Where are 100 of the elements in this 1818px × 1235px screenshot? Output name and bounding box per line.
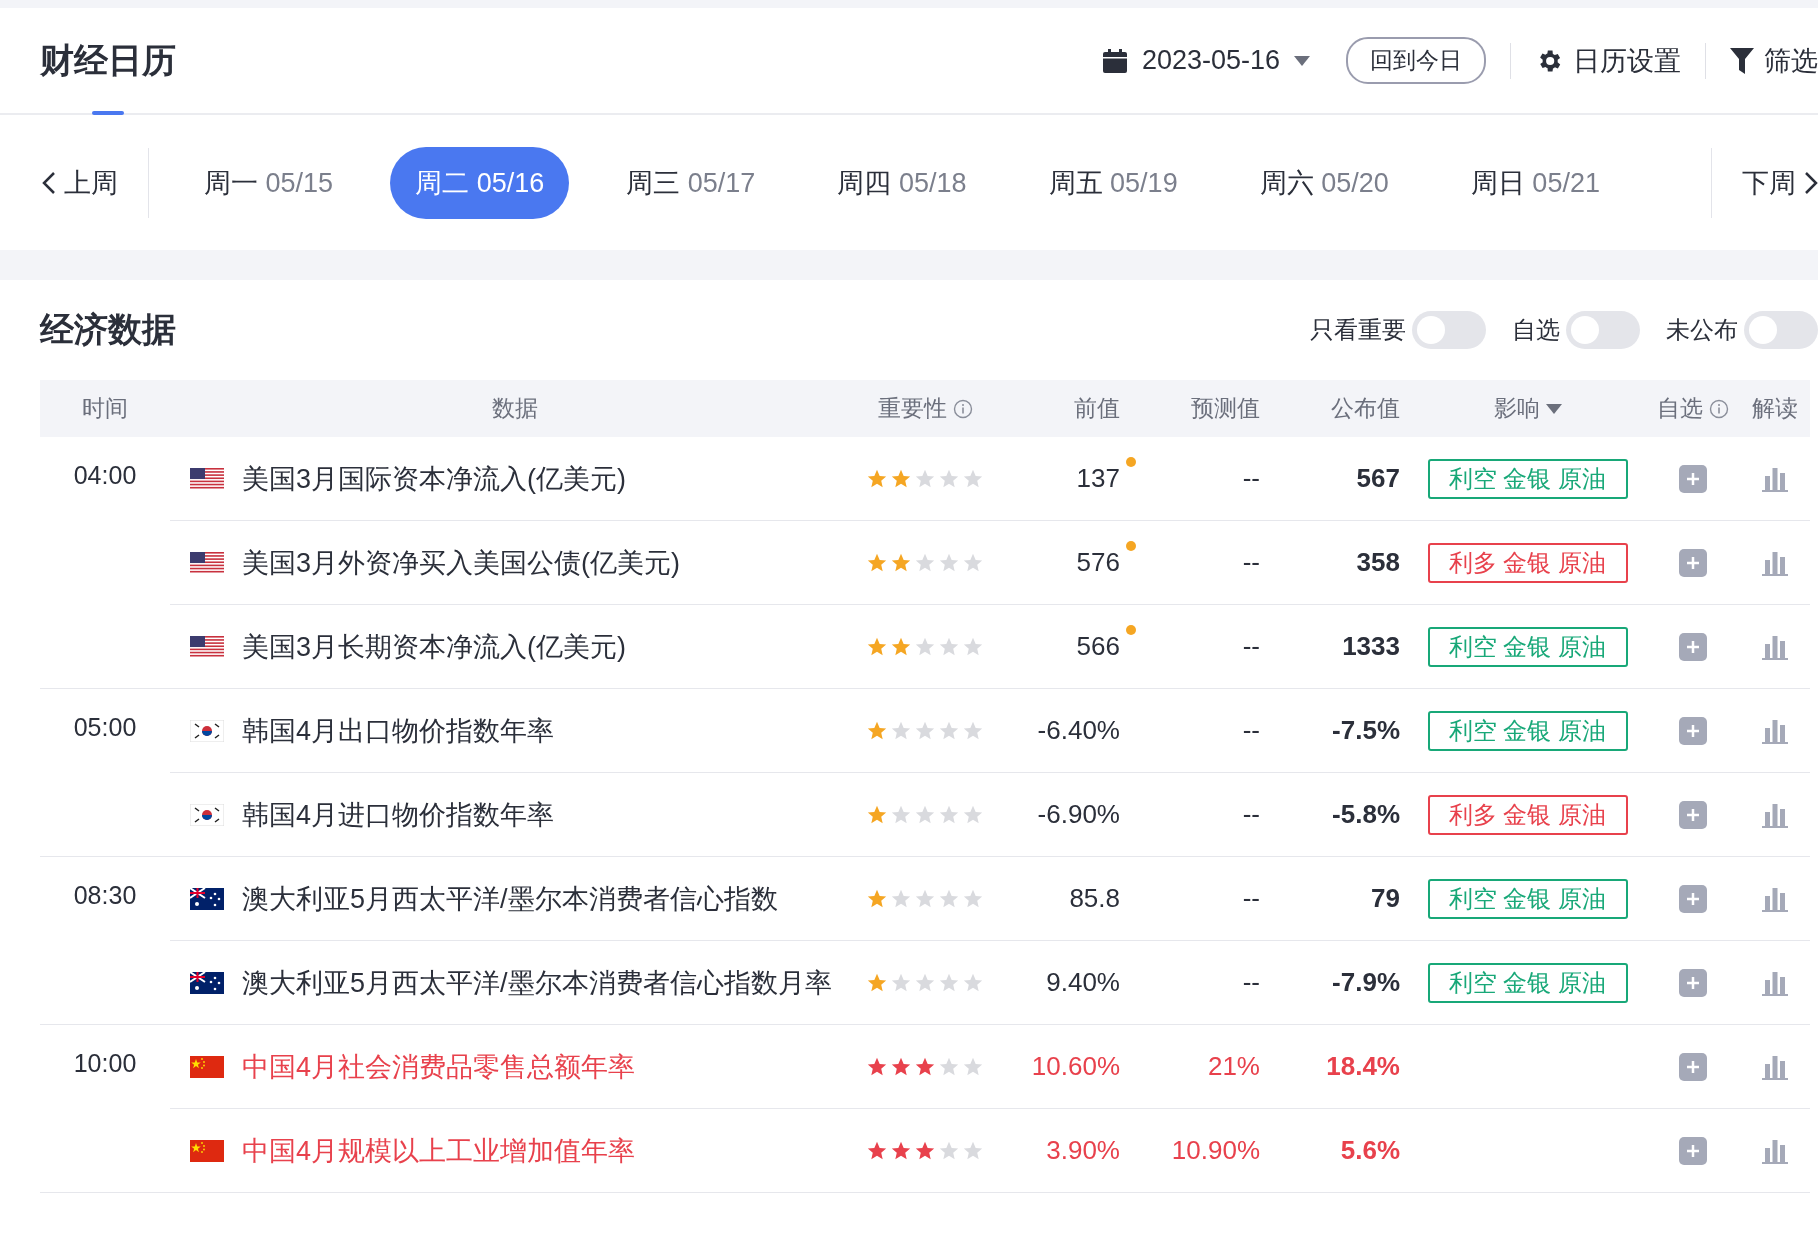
actual-value: 5.6% (1340, 1135, 1400, 1165)
bar-chart-icon (1762, 1053, 1788, 1080)
analysis-button[interactable] (1762, 633, 1788, 660)
analysis-button[interactable] (1762, 1137, 1788, 1164)
bar-chart-icon (1762, 885, 1788, 912)
info-icon (952, 398, 973, 419)
day-tab[interactable]: 周五 05/19 (1023, 146, 1203, 219)
impact-tag: 利空 金银 原油 (1427, 626, 1628, 667)
column-header: 公布值 (1331, 394, 1400, 423)
settings-link[interactable]: 日历设置 (1535, 42, 1681, 79)
plus-icon (1678, 1136, 1707, 1165)
actual-value: -7.5% (1332, 715, 1400, 745)
forecast-value: -- (1242, 463, 1260, 493)
bar-chart-icon (1762, 717, 1788, 744)
time-cell-text: 04:00 (72, 460, 138, 491)
chevron-right-icon (1804, 170, 1818, 195)
filter-icon (1730, 47, 1754, 74)
column-header: 时间 (82, 394, 128, 423)
plus-icon (1678, 632, 1707, 661)
plus-icon (1678, 800, 1707, 829)
column-header[interactable]: 影响 (1493, 393, 1540, 424)
actual-value: 1333 (1342, 631, 1400, 661)
toggle-switch[interactable] (1566, 311, 1640, 349)
filter-link[interactable]: 筛选 (1730, 42, 1818, 79)
next-week-button[interactable]: 下周 (1742, 164, 1818, 201)
day-tab[interactable]: 周三 05/17 (601, 146, 781, 219)
add-button[interactable] (1678, 548, 1707, 577)
analysis-button[interactable] (1762, 885, 1788, 912)
toggle-label: 自选 (1512, 315, 1560, 345)
day-tab[interactable]: 周六 05/20 (1234, 146, 1414, 219)
impact-tag: 利多 金银 原油 (1427, 794, 1628, 835)
actual-value: 79 (1371, 883, 1400, 913)
indicator-name[interactable]: 中国4月规模以上工业增加值年率 (242, 1130, 636, 1171)
plus-icon (1678, 968, 1707, 997)
add-button[interactable] (1678, 1136, 1707, 1165)
plus-icon (1678, 1052, 1707, 1081)
add-button[interactable] (1678, 632, 1707, 661)
time-cell-text: 08:30 (72, 880, 138, 911)
add-button[interactable] (1678, 464, 1707, 493)
impact-tag: 利多 金银 原油 (1427, 542, 1628, 583)
indicator-name[interactable]: 澳大利亚5月西太平洋/墨尔本消费者信心指数 (242, 878, 778, 919)
date-picker[interactable]: 2023-05-16 (1101, 45, 1310, 76)
analysis-button[interactable] (1762, 801, 1788, 828)
info-icon (1708, 398, 1729, 419)
previous-week-button[interactable]: 上周 (42, 164, 118, 201)
bar-chart-icon (1762, 465, 1788, 492)
previous-value: 576 (1076, 547, 1120, 577)
chevron-left-icon (42, 170, 56, 195)
sort-caret-icon (1545, 403, 1562, 414)
analysis-button[interactable] (1762, 717, 1788, 744)
add-button[interactable] (1678, 884, 1707, 913)
column-header: 数据 (492, 394, 538, 423)
calendar-tab[interactable]: 财经日历 (40, 8, 176, 113)
actual-value: 358 (1356, 547, 1400, 577)
add-button[interactable] (1678, 1052, 1707, 1081)
forecast-value: 10.90% (1171, 1135, 1260, 1165)
indicator-name[interactable]: 韩国4月出口物价指数年率 (242, 710, 555, 751)
previous-value: 137 (1076, 463, 1120, 493)
column-header: 前值 (1074, 394, 1120, 423)
day-tab[interactable]: 周二 05/16 (390, 146, 570, 219)
forecast-value: -- (1242, 631, 1260, 661)
dropdown-caret-icon (1294, 55, 1310, 66)
previous-value: -6.90% (1037, 799, 1120, 829)
today-button[interactable]: 回到今日 (1346, 37, 1486, 84)
indicator-name[interactable]: 澳大利亚5月西太平洋/墨尔本消费者信心指数月率 (242, 962, 832, 1003)
toggle-label: 未公布 (1666, 315, 1738, 345)
column-header: 重要性 (877, 394, 947, 423)
bar-chart-icon (1762, 969, 1788, 996)
day-tab[interactable]: 周日 05/21 (1445, 146, 1625, 219)
actual-value: 567 (1356, 463, 1400, 493)
indicator-name[interactable]: 美国3月国际资本净流入(亿美元) (242, 458, 626, 499)
toggle-switch[interactable] (1744, 311, 1818, 349)
add-button[interactable] (1678, 968, 1707, 997)
forecast-value: -- (1242, 967, 1260, 997)
indicator-name[interactable]: 中国4月社会消费品零售总额年率 (242, 1046, 636, 1087)
plus-icon (1678, 884, 1707, 913)
analysis-button[interactable] (1762, 549, 1788, 576)
previous-value: 10.60% (1031, 1051, 1120, 1081)
time-cell-text: 05:00 (72, 712, 138, 743)
day-tab[interactable]: 周四 05/18 (812, 146, 992, 219)
toggle-label: 只看重要 (1310, 315, 1406, 345)
analysis-button[interactable] (1762, 1053, 1788, 1080)
bar-chart-icon (1762, 633, 1788, 660)
actual-value: -5.8% (1332, 799, 1400, 829)
impact-tag: 利空 金银 原油 (1427, 962, 1628, 1003)
analysis-button[interactable] (1762, 465, 1788, 492)
plus-icon (1678, 464, 1707, 493)
impact-tag: 利空 金银 原油 (1427, 710, 1628, 751)
bar-chart-icon (1762, 801, 1788, 828)
indicator-name[interactable]: 韩国4月进口物价指数年率 (242, 794, 555, 835)
toggle-switch[interactable] (1412, 311, 1486, 349)
analysis-button[interactable] (1762, 969, 1788, 996)
indicator-name[interactable]: 美国3月长期资本净流入(亿美元) (242, 626, 626, 667)
indicator-name[interactable]: 美国3月外资净买入美国公债(亿美元) (242, 542, 680, 583)
previous-value: 3.90% (1046, 1135, 1120, 1165)
day-tab[interactable]: 周一 05/15 (179, 146, 359, 219)
add-button[interactable] (1678, 716, 1707, 745)
impact-tag: 利空 金银 原油 (1427, 878, 1628, 919)
add-button[interactable] (1678, 800, 1707, 829)
previous-value: -6.40% (1037, 715, 1120, 745)
